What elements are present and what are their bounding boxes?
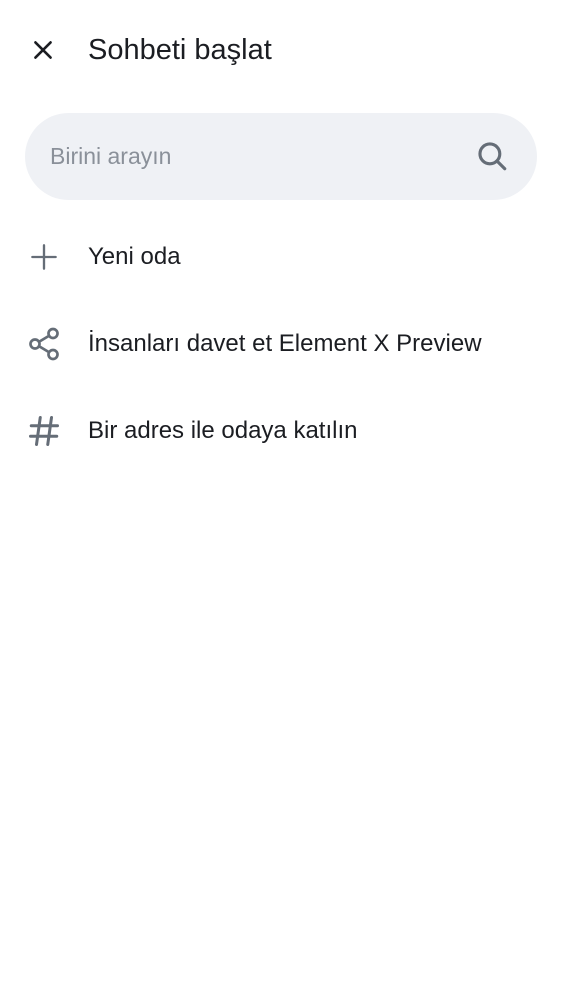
start-chat-screen: Sohbeti başlat Yeni oda İnsanları davet … <box>0 0 562 1000</box>
page-title: Sohbeti başlat <box>88 34 272 66</box>
search-bar[interactable] <box>25 113 537 200</box>
close-icon <box>34 41 52 59</box>
search-icon[interactable] <box>475 139 509 173</box>
join-room-by-address-item[interactable]: Bir adres ile odaya katılın <box>0 387 562 474</box>
top-app-bar: Sohbeti başlat <box>0 0 562 100</box>
invite-people-label: İnsanları davet et Element X Preview <box>88 330 482 357</box>
new-room-label: Yeni oda <box>88 243 181 270</box>
new-room-item[interactable]: Yeni oda <box>0 213 562 300</box>
invite-people-item[interactable]: İnsanları davet et Element X Preview <box>0 300 562 387</box>
plus-icon <box>24 237 64 277</box>
share-icon <box>24 324 64 364</box>
search-input[interactable] <box>50 113 470 200</box>
join-room-by-address-label: Bir adres ile odaya katılın <box>88 417 358 444</box>
hash-icon <box>24 411 64 451</box>
close-button[interactable] <box>18 25 68 75</box>
